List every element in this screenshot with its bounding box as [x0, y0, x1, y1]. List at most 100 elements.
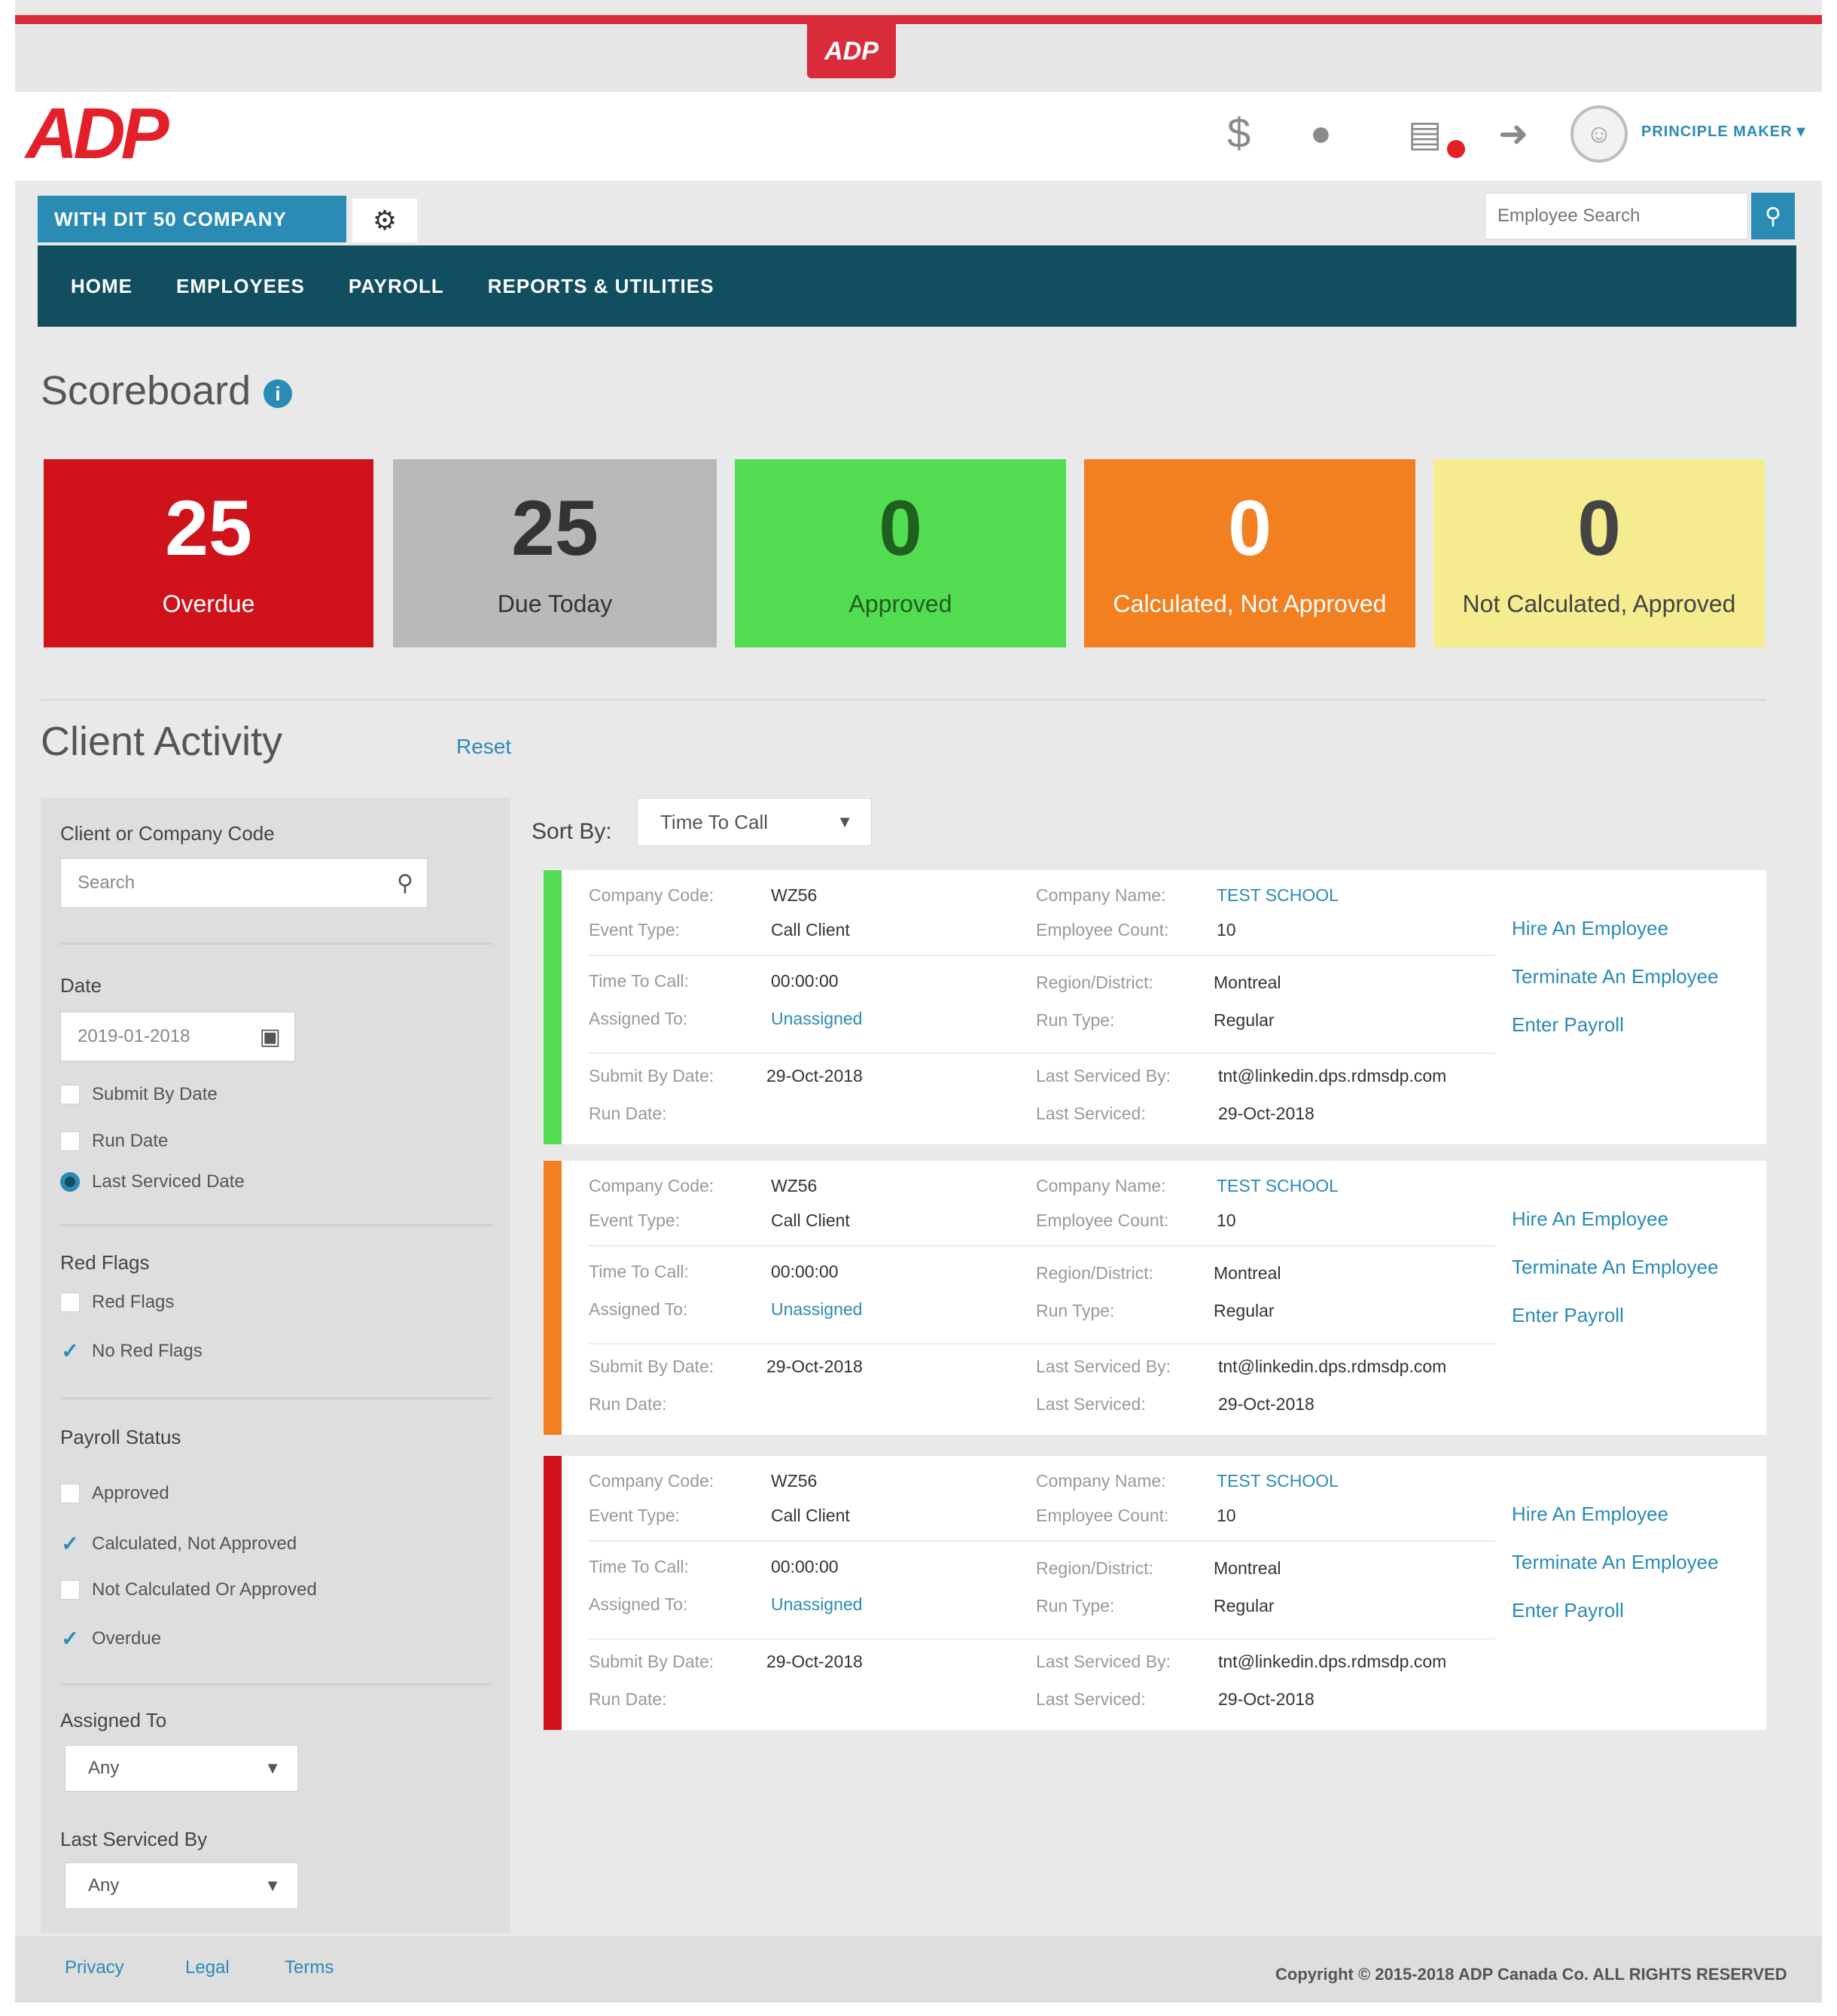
- run-type-value: Regular: [1214, 1010, 1275, 1030]
- terminate-employee-link[interactable]: Terminate An Employee: [1512, 1551, 1719, 1574]
- date-option-last-serviced[interactable]: Last Serviced Date: [60, 1171, 245, 1192]
- option-label: Last Serviced Date: [92, 1171, 245, 1192]
- checkmark-icon[interactable]: ✓: [60, 1531, 80, 1556]
- enter-payroll-link[interactable]: Enter Payroll: [1512, 1599, 1624, 1622]
- date-option-submit-by[interactable]: Submit By Date: [60, 1084, 218, 1105]
- company-name-label: Company Name:: [1036, 1176, 1166, 1195]
- option-label: Overdue: [92, 1628, 162, 1649]
- search-icon[interactable]: ⚲: [1751, 193, 1795, 239]
- company-code-value: WZ56: [771, 885, 818, 905]
- client-search-placeholder: Search: [78, 872, 136, 893]
- time-to-call-label: Time To Call:: [589, 1557, 689, 1576]
- inbox-icon[interactable]: ▤: [1408, 113, 1442, 155]
- assigned-to-link[interactable]: Unassigned: [771, 1299, 862, 1320]
- submit-by-value: 29-Oct-2018: [766, 1066, 863, 1086]
- tile-approved[interactable]: 0 Approved: [735, 459, 1066, 647]
- checkbox[interactable]: [60, 1085, 80, 1104]
- section-divider: [41, 699, 1766, 701]
- select-value: Any: [88, 1758, 120, 1778]
- client-search-field[interactable]: Search ⚲: [60, 858, 428, 908]
- tile-value: 0: [879, 484, 922, 572]
- filter-separator: [60, 943, 492, 945]
- assigned-to-label: Assigned To:: [589, 1299, 688, 1319]
- assigned-to-select[interactable]: Any ▼: [65, 1745, 298, 1792]
- terminate-employee-link[interactable]: Terminate An Employee: [1512, 965, 1719, 988]
- company-name-link[interactable]: TEST SCHOOL: [1217, 1471, 1339, 1491]
- checkbox[interactable]: [60, 1580, 80, 1600]
- assigned-to-link[interactable]: Unassigned: [771, 1009, 862, 1029]
- company-name-link[interactable]: TEST SCHOOL: [1217, 885, 1339, 906]
- checkmark-icon[interactable]: ✓: [60, 1338, 80, 1363]
- adp-logo[interactable]: ADP: [26, 96, 176, 172]
- top-brand-badge[interactable]: ADP: [807, 24, 896, 78]
- checkbox[interactable]: [60, 1293, 80, 1312]
- option-label: Approved: [92, 1483, 169, 1503]
- hire-employee-link[interactable]: Hire An Employee: [1512, 1503, 1668, 1526]
- tile-overdue[interactable]: 25 Overdue: [44, 459, 373, 647]
- chat-icon[interactable]: ●: [1310, 113, 1332, 154]
- chevron-down-icon[interactable]: ▾: [1796, 120, 1805, 142]
- nav-payroll[interactable]: PAYROLL: [349, 275, 444, 298]
- payroll-status-not-calculated[interactable]: Not Calculated Or Approved: [60, 1579, 317, 1600]
- payroll-status-overdue[interactable]: ✓ Overdue: [60, 1626, 161, 1651]
- app-header: [15, 92, 1822, 181]
- info-icon[interactable]: i: [264, 379, 292, 408]
- company-tab[interactable]: WITH DIT 50 COMPANY: [38, 196, 346, 242]
- nav-reports-utilities[interactable]: REPORTS & UTILITIES: [488, 275, 714, 298]
- sort-by-select[interactable]: Time To Call ▼: [637, 798, 872, 846]
- checkbox[interactable]: [60, 1484, 80, 1503]
- dollar-icon[interactable]: $: [1227, 108, 1251, 157]
- checkbox[interactable]: [60, 1131, 80, 1151]
- hire-employee-link[interactable]: Hire An Employee: [1512, 1207, 1668, 1231]
- user-name[interactable]: PRINCIPLE MAKER: [1641, 123, 1793, 141]
- employee-search-input[interactable]: [1485, 193, 1748, 239]
- last-serviced-label: Last Serviced:: [1036, 1394, 1146, 1414]
- run-date-label: Run Date:: [589, 1394, 667, 1414]
- tile-calculated-not-approved[interactable]: 0 Calculated, Not Approved: [1084, 459, 1415, 647]
- date-field[interactable]: 2019-01-2018 ▣: [60, 1012, 295, 1061]
- employee-count-value: 10: [1217, 1211, 1236, 1230]
- employee-count-label: Employee Count:: [1036, 1211, 1169, 1230]
- checkmark-icon[interactable]: ✓: [60, 1626, 80, 1651]
- event-type-label: Event Type:: [589, 1506, 681, 1525]
- footer-link-privacy[interactable]: Privacy: [65, 1957, 124, 1978]
- red-flag-option-yes[interactable]: Red Flags: [60, 1292, 174, 1313]
- card-divider: [589, 1343, 1495, 1345]
- red-flag-option-no[interactable]: ✓ No Red Flags: [60, 1338, 202, 1363]
- nav-employees[interactable]: EMPLOYEES: [176, 275, 305, 298]
- nav-home[interactable]: HOME: [71, 275, 133, 298]
- footer-link-legal[interactable]: Legal: [185, 1957, 230, 1978]
- company-code-label: Company Code:: [589, 1471, 714, 1491]
- event-type-value: Call Client: [771, 1211, 850, 1230]
- date-option-run-date[interactable]: Run Date: [60, 1131, 168, 1152]
- sign-out-icon[interactable]: ➜: [1498, 113, 1528, 155]
- enter-payroll-link[interactable]: Enter Payroll: [1512, 1013, 1624, 1037]
- avatar[interactable]: ☺: [1570, 105, 1628, 163]
- payroll-status-approved[interactable]: Approved: [60, 1483, 169, 1504]
- last-serviced-by-select[interactable]: Any ▼: [65, 1862, 298, 1909]
- calendar-icon[interactable]: ▣: [260, 1024, 281, 1050]
- terminate-employee-link[interactable]: Terminate An Employee: [1512, 1256, 1719, 1279]
- payroll-status-calculated[interactable]: ✓ Calculated, Not Approved: [60, 1531, 297, 1556]
- last-serviced-by-label: Last Serviced By:: [1036, 1357, 1171, 1376]
- reset-link[interactable]: Reset: [456, 735, 511, 759]
- status-bar: [544, 1161, 562, 1435]
- tile-due-today[interactable]: 25 Due Today: [393, 459, 717, 647]
- event-type-value: Call Client: [771, 920, 850, 939]
- assigned-to-link[interactable]: Unassigned: [771, 1594, 862, 1615]
- time-to-call-value: 00:00:00: [771, 971, 839, 991]
- gear-icon[interactable]: ⚙: [352, 199, 417, 242]
- option-label: Calculated, Not Approved: [92, 1533, 297, 1554]
- company-name-link[interactable]: TEST SCHOOL: [1217, 1176, 1339, 1196]
- run-type-label: Run Type:: [1036, 1010, 1115, 1030]
- hire-employee-link[interactable]: Hire An Employee: [1512, 917, 1668, 940]
- scoreboard-title: Scoreboard: [41, 368, 251, 413]
- option-label: Not Calculated Or Approved: [92, 1579, 317, 1600]
- date-value: 2019-01-2018: [78, 1026, 190, 1046]
- enter-payroll-link[interactable]: Enter Payroll: [1512, 1304, 1624, 1327]
- footer-link-terms[interactable]: Terms: [285, 1957, 334, 1978]
- search-icon[interactable]: ⚲: [397, 870, 413, 897]
- submit-by-value: 29-Oct-2018: [766, 1357, 863, 1376]
- tile-not-calculated-approved[interactable]: 0 Not Calculated, Approved: [1433, 459, 1765, 647]
- radio-selected[interactable]: [60, 1172, 80, 1192]
